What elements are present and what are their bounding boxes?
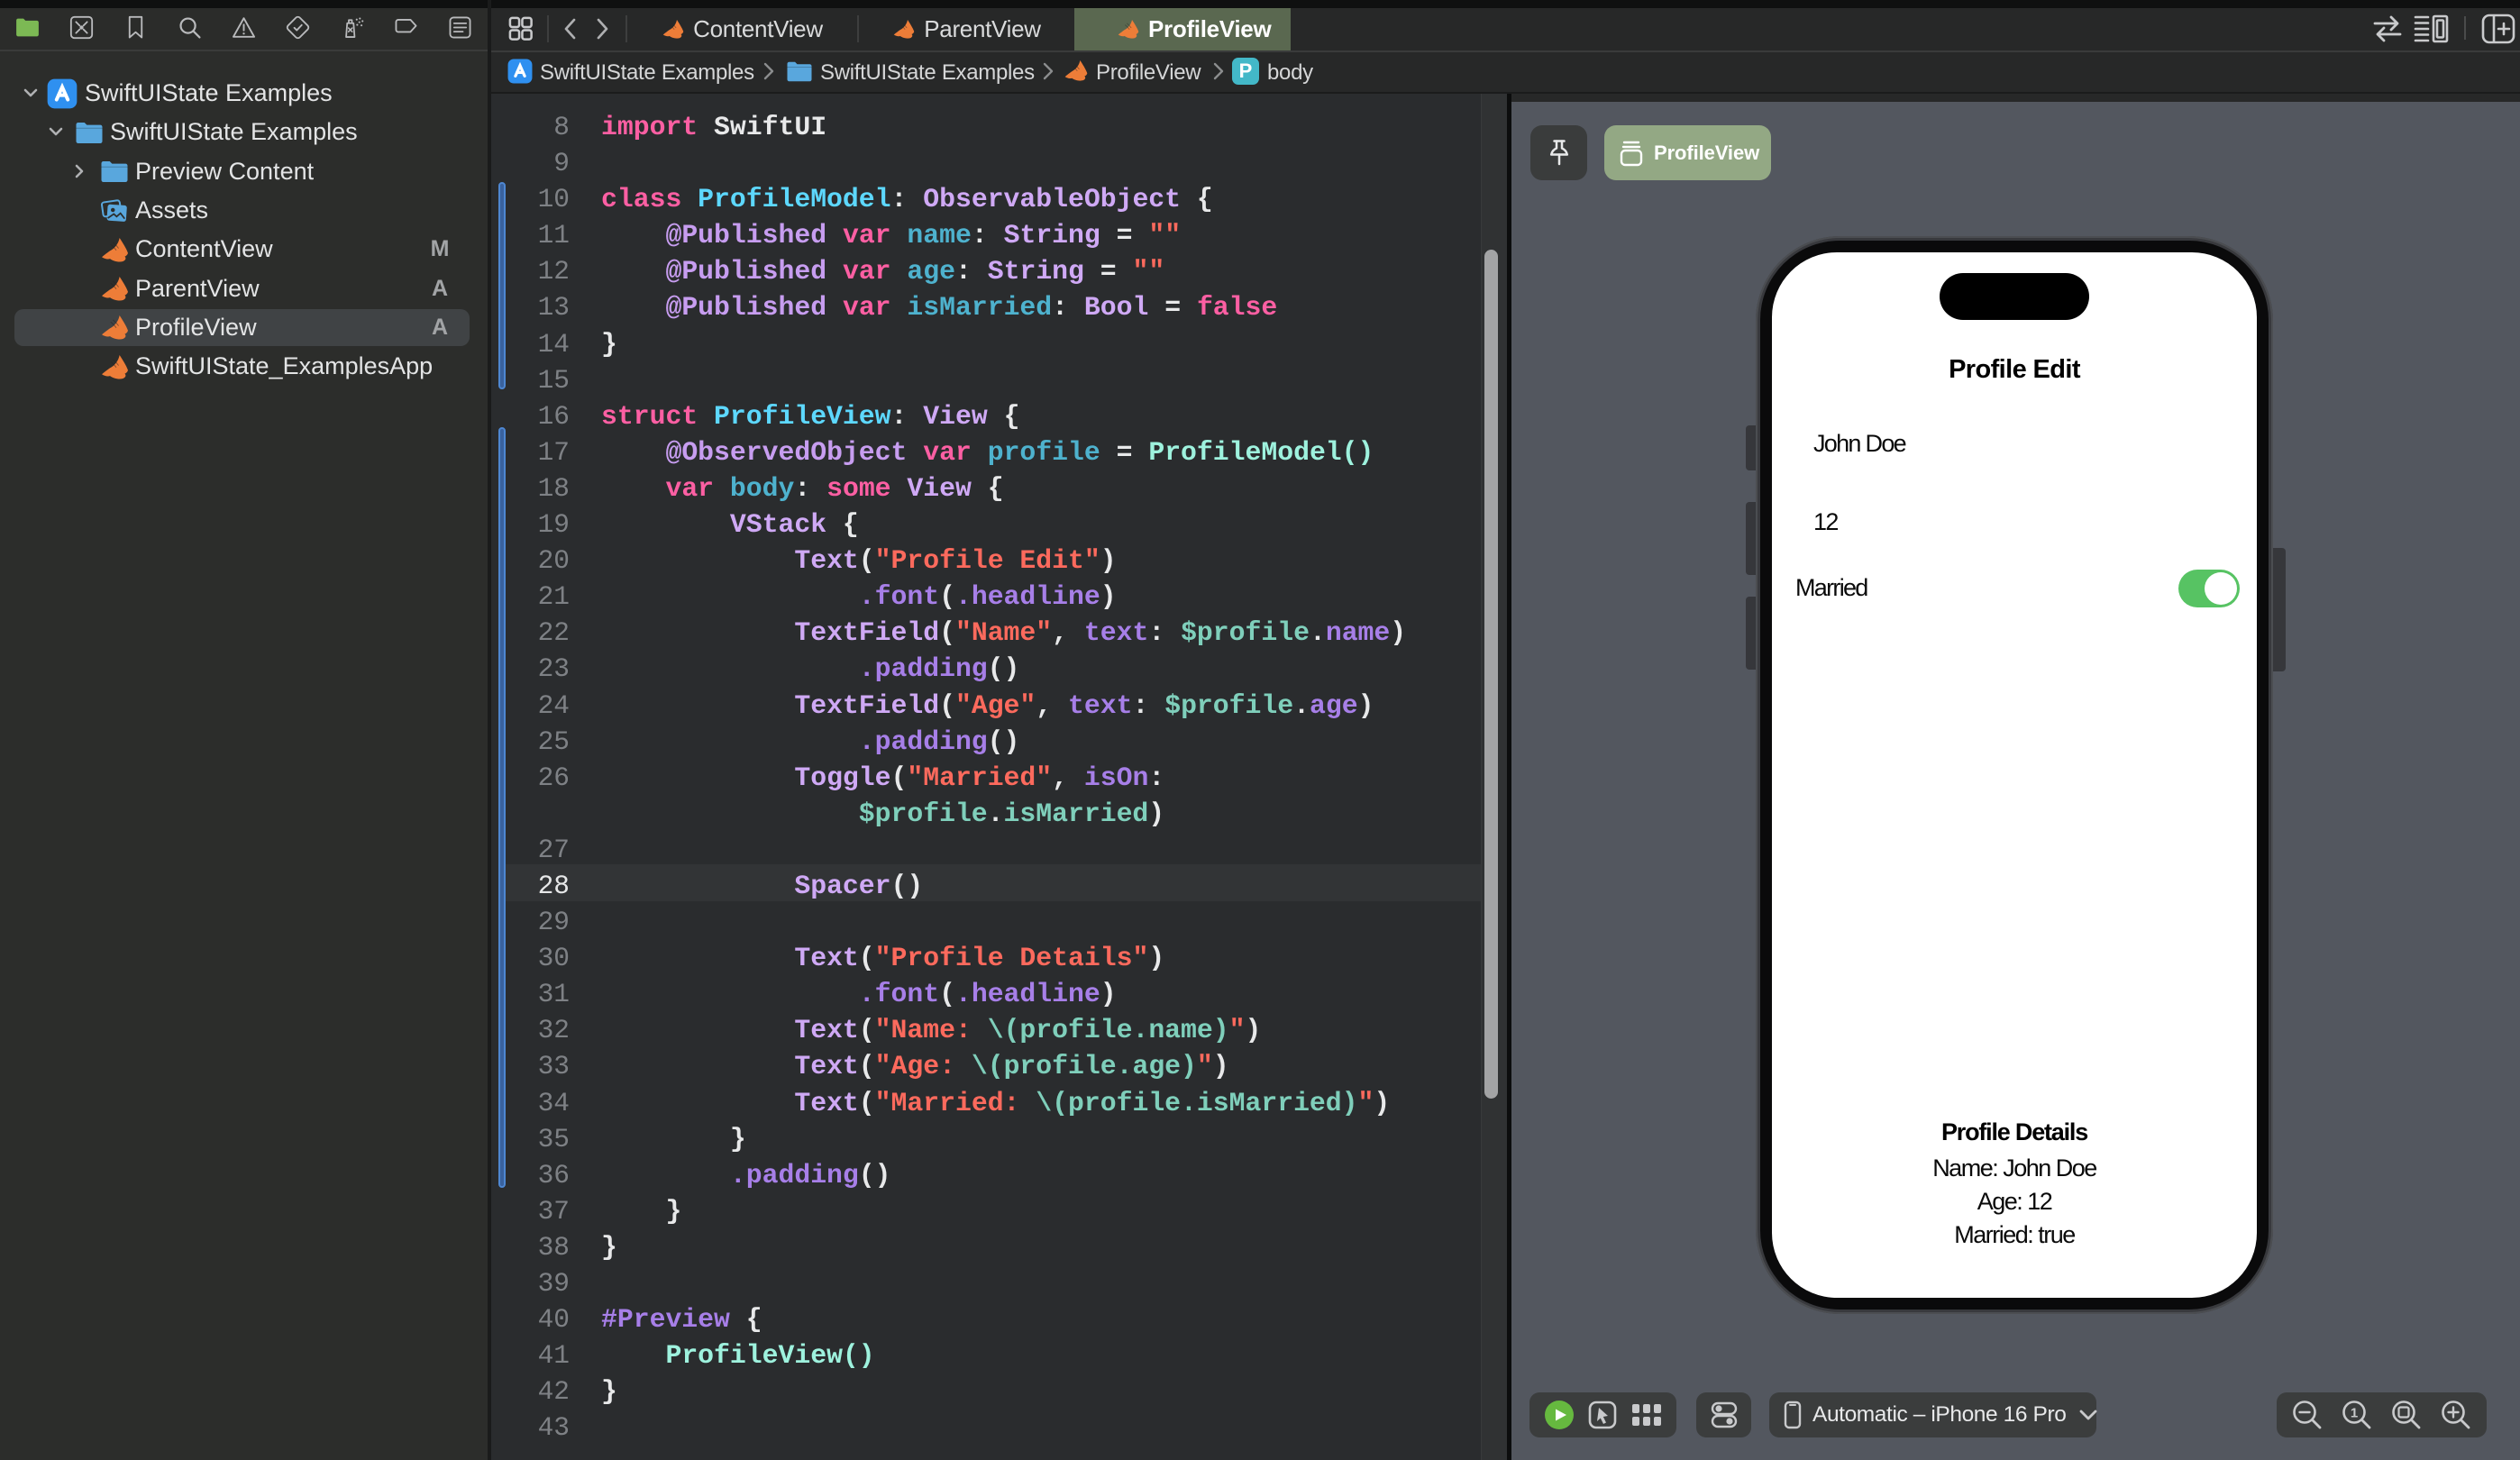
svg-text:1: 1 bbox=[2351, 1406, 2358, 1421]
